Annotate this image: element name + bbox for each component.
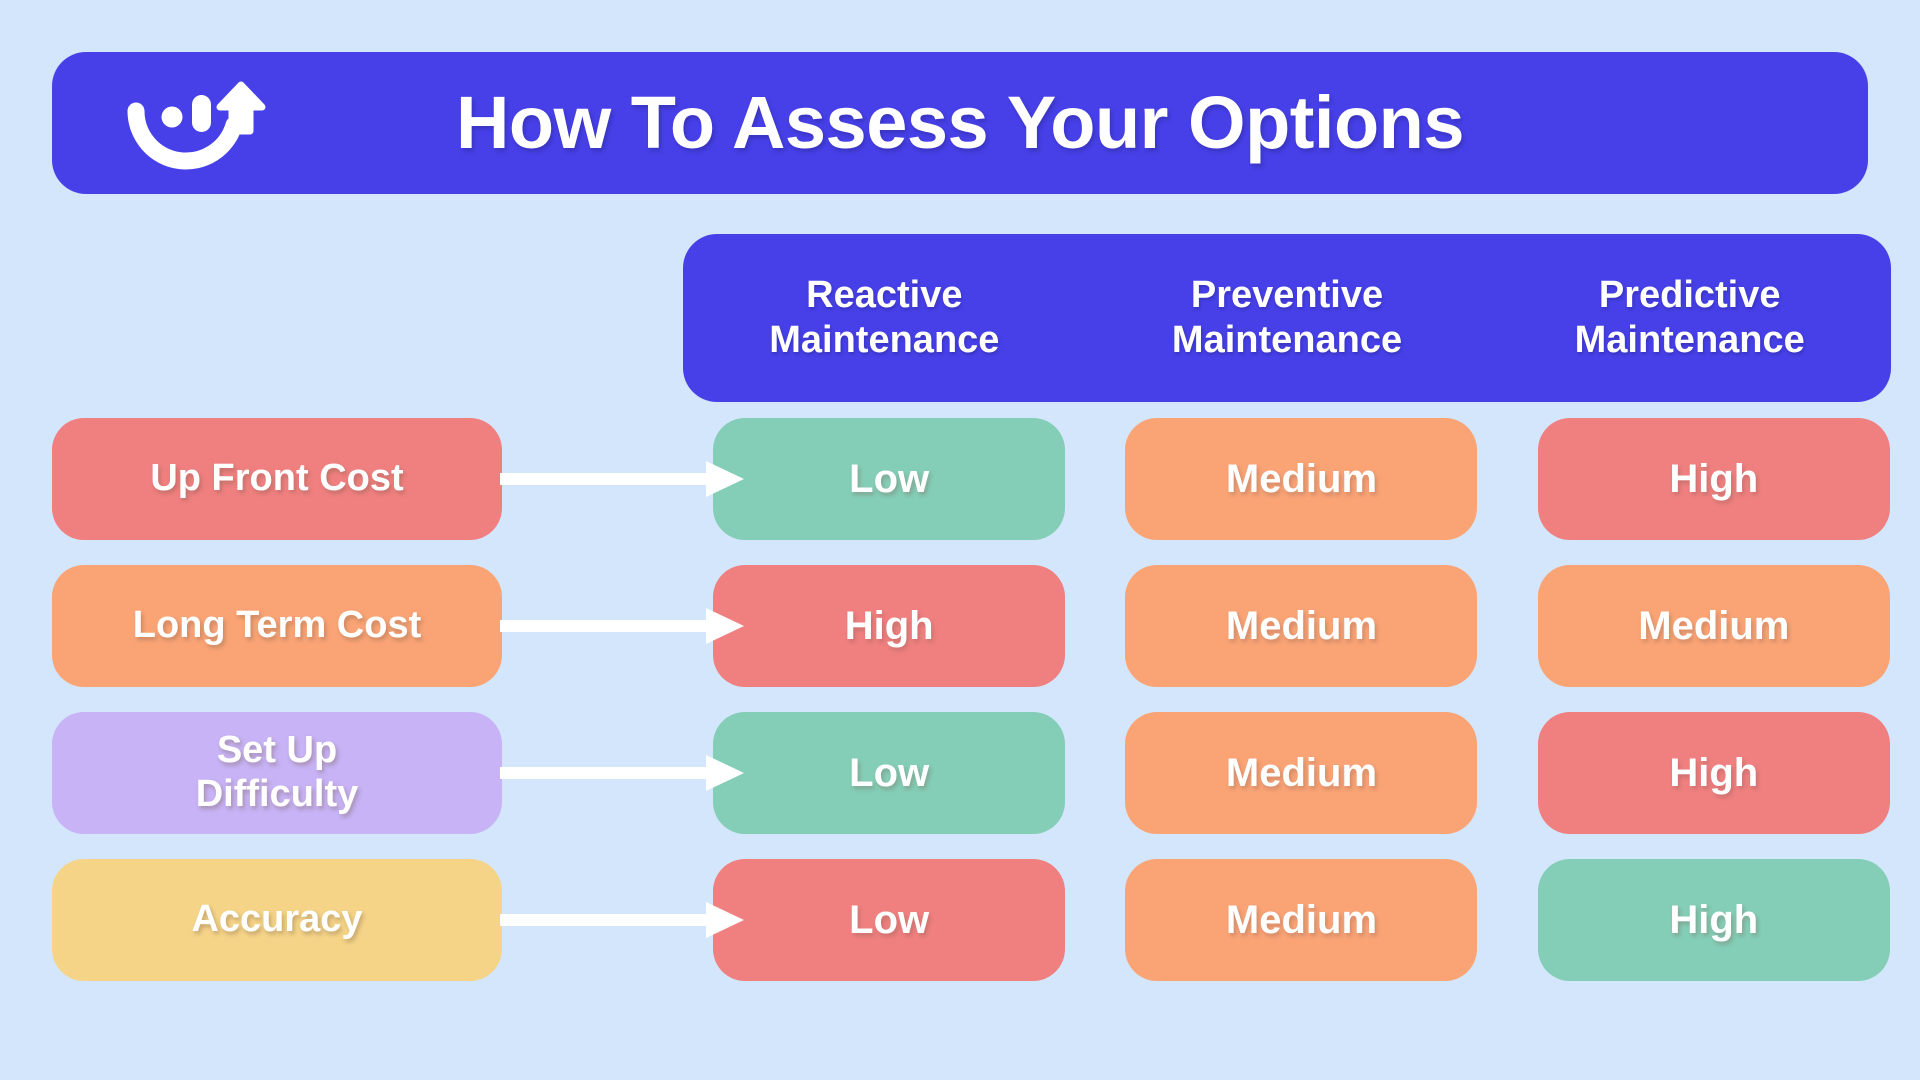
cell-slot: Low bbox=[683, 859, 1095, 981]
column-header-reactive: Reactive Maintenance bbox=[683, 234, 1086, 402]
cell-slot: Medium bbox=[1095, 859, 1507, 981]
cell-set-up-difficulty-preventive[interactable]: Medium bbox=[1125, 712, 1478, 834]
column-header-reactive-line1: Reactive bbox=[806, 274, 963, 317]
row-label-text: Up Front Cost bbox=[150, 457, 404, 500]
cell-up-front-cost-preventive[interactable]: Medium bbox=[1125, 418, 1478, 540]
column-header-preventive: Preventive Maintenance bbox=[1086, 234, 1489, 402]
cell-accuracy-reactive[interactable]: Low bbox=[713, 859, 1066, 981]
cell-long-term-cost-predictive[interactable]: Medium bbox=[1537, 565, 1890, 687]
cell-set-up-difficulty-predictive[interactable]: High bbox=[1537, 712, 1890, 834]
row-cells: Low Medium High bbox=[683, 859, 1920, 981]
row-cells: High Medium Medium bbox=[683, 565, 1920, 687]
cell-long-term-cost-reactive[interactable]: High bbox=[713, 565, 1066, 687]
cell-value: High bbox=[1669, 897, 1759, 942]
cell-value: Low bbox=[849, 897, 930, 942]
table-row: Accuracy Low Medium High bbox=[0, 859, 1920, 981]
cell-value: High bbox=[1669, 456, 1759, 501]
cell-slot: Medium bbox=[1095, 712, 1507, 834]
cell-slot: High bbox=[1508, 712, 1920, 834]
infographic-page: How To Assess Your Options Reactive Main… bbox=[0, 0, 1920, 1080]
row-label-container: Accuracy bbox=[0, 859, 744, 981]
cell-long-term-cost-preventive[interactable]: Medium bbox=[1125, 565, 1478, 687]
cell-value: Medium bbox=[1225, 603, 1378, 648]
cell-slot: Medium bbox=[1095, 565, 1507, 687]
row-label-text-line2: Difficulty bbox=[195, 773, 359, 815]
cell-value: High bbox=[844, 603, 934, 648]
cell-accuracy-preventive[interactable]: Medium bbox=[1125, 859, 1478, 981]
row-label-text: Long Term Cost bbox=[132, 604, 422, 647]
column-header-reactive-line2: Maintenance bbox=[769, 319, 1000, 361]
cell-slot: Medium bbox=[1508, 565, 1920, 687]
cell-set-up-difficulty-reactive[interactable]: Low bbox=[713, 712, 1066, 834]
column-header-preventive-line2: Maintenance bbox=[1171, 319, 1403, 361]
column-header-preventive-line1: Preventive bbox=[1190, 274, 1384, 317]
table-row: Set Up Difficulty Low Medium High bbox=[0, 712, 1920, 834]
cell-value: Low bbox=[849, 750, 930, 795]
row-label-container: Up Front Cost bbox=[0, 418, 744, 540]
row-label-container: Long Term Cost bbox=[0, 565, 744, 687]
row-label-up-front-cost[interactable]: Up Front Cost bbox=[52, 418, 502, 540]
table-row: Up Front Cost Low Medium High bbox=[0, 418, 1920, 540]
smile-arrow-icon bbox=[127, 81, 266, 170]
cell-slot: High bbox=[1508, 418, 1920, 540]
page-title: How To Assess Your Options bbox=[455, 81, 1465, 164]
cell-slot: Low bbox=[683, 418, 1095, 540]
row-label-set-up-difficulty[interactable]: Set Up Difficulty bbox=[52, 712, 502, 834]
row-label-text: Set Up bbox=[216, 729, 338, 772]
row-cells: Low Medium High bbox=[683, 712, 1920, 834]
title-bar: How To Assess Your Options bbox=[52, 52, 1868, 194]
cell-accuracy-predictive[interactable]: High bbox=[1537, 859, 1890, 981]
column-header-bar: Reactive Maintenance Preventive Maintena… bbox=[683, 234, 1891, 402]
cell-slot: High bbox=[1508, 859, 1920, 981]
cell-slot: Medium bbox=[1095, 418, 1507, 540]
cell-up-front-cost-predictive[interactable]: High bbox=[1537, 418, 1890, 540]
row-label-long-term-cost[interactable]: Long Term Cost bbox=[52, 565, 502, 687]
cell-value: High bbox=[1669, 750, 1759, 795]
column-header-predictive: Predictive Maintenance bbox=[1488, 234, 1891, 402]
column-header-predictive-line2: Maintenance bbox=[1574, 319, 1805, 361]
row-label-container: Set Up Difficulty bbox=[0, 712, 744, 834]
cell-value: Medium bbox=[1225, 897, 1378, 942]
cell-value: Medium bbox=[1638, 603, 1790, 648]
table-row: Long Term Cost High Medium Medium bbox=[0, 565, 1920, 687]
row-label-text: Accuracy bbox=[191, 898, 363, 941]
cell-slot: High bbox=[683, 565, 1095, 687]
cell-up-front-cost-reactive[interactable]: Low bbox=[713, 418, 1066, 540]
cell-value: Low bbox=[849, 456, 930, 501]
cell-slot: Low bbox=[683, 712, 1095, 834]
column-header-predictive-line1: Predictive bbox=[1598, 274, 1781, 317]
row-label-accuracy[interactable]: Accuracy bbox=[52, 859, 502, 981]
cell-value: Medium bbox=[1225, 456, 1378, 501]
cell-value: Medium bbox=[1225, 750, 1378, 795]
comparison-matrix: Up Front Cost Low Medium High Long Term … bbox=[0, 418, 1920, 981]
row-cells: Low Medium High bbox=[683, 418, 1920, 540]
